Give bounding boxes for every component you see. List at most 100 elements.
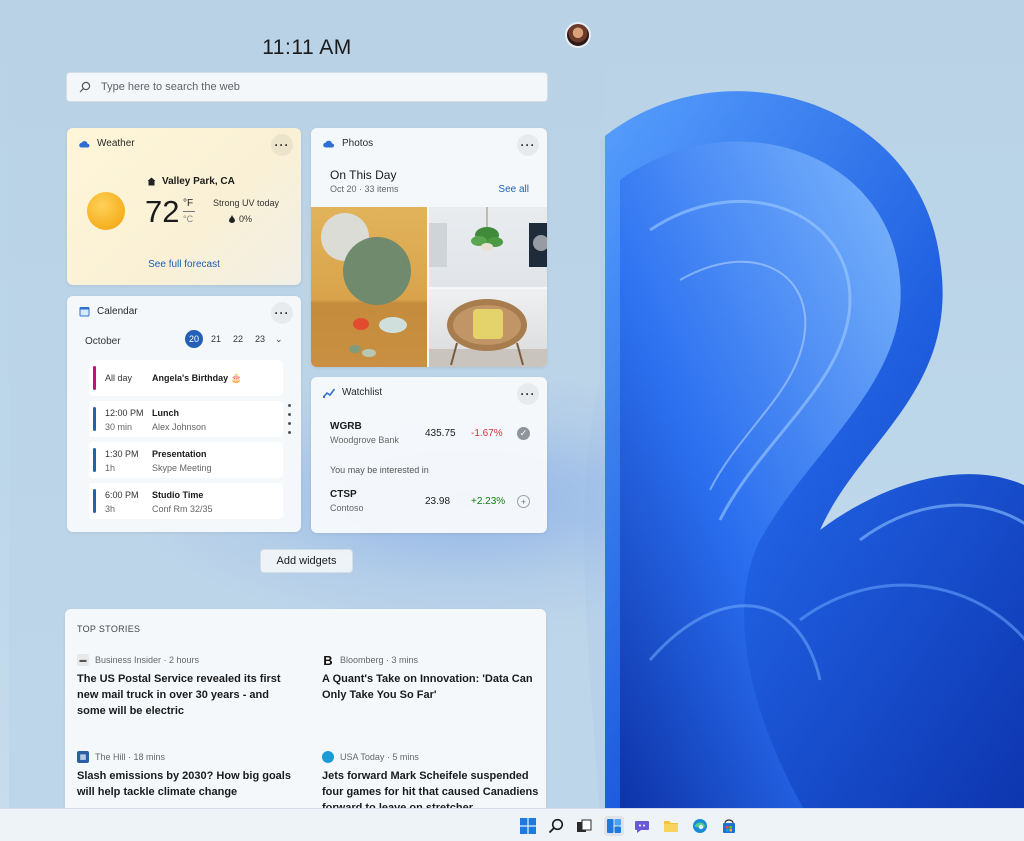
story-source-text: The Hill · 18 mins [95,752,166,762]
calendar-day-21[interactable]: 21 [207,330,225,348]
story-headline[interactable]: A Quant's Take on Innovation: 'Data Can … [322,671,542,703]
profile-avatar[interactable] [565,22,591,48]
weather-condition: Strong UV today [213,198,280,208]
unit-divider [183,211,195,212]
weather-location-text: Valley Park, CA [162,176,235,187]
home-icon [147,177,156,186]
unit-celsius[interactable]: °C [183,214,193,224]
calendar-event[interactable]: 12:00 PM 30 min Lunch Alex Johnson [89,401,283,437]
watchlist-widget[interactable]: Watchlist ··· WGRB Woodgrove Bank 435.75… [311,377,547,533]
stock-price: 435.75 [425,428,456,439]
weather-title: Weather [97,138,135,149]
calendar-title: Calendar [97,306,138,317]
watchlist-header: Watchlist [323,387,382,398]
clock: 11:11 AM [262,36,352,59]
photo-chair[interactable] [429,289,547,367]
sun-icon [87,192,125,230]
event-color-bar [93,407,96,431]
wicker-chair-image [429,299,547,367]
event-time: All day [105,373,133,383]
bloom-wallpaper [584,91,1024,808]
photos-widget[interactable]: Photos ··· On This Day Oct 20 · 33 items… [311,128,547,367]
event-color-bar [93,489,96,513]
photos-title: Photos [342,138,374,149]
stock-price: 23.98 [425,496,451,507]
stock-name: Woodgrove Bank [330,435,399,445]
bloomberg-logo-icon: B [323,652,333,668]
event-title: Lunch [152,408,179,418]
usa-today-logo-icon [322,751,334,763]
checkmark-icon[interactable]: ✓ [517,427,530,440]
taskbar [0,808,1024,841]
weather-widget[interactable]: Weather ··· Valley Park, CA 72 °F °C Str… [67,128,301,285]
the-hill-logo-icon: ▦ [77,751,89,763]
weather-header: Weather [79,138,135,149]
event-color-bar [93,448,96,472]
photos-heading: On This Day [330,168,397,182]
photos-more-button[interactable]: ··· [517,134,539,156]
stock-change: +2.23% [471,496,506,507]
story-headline[interactable]: The US Postal Service revealed its first… [77,671,297,719]
calendar-widget[interactable]: Calendar ··· October 20 21 22 23 ⌄ All d… [67,296,301,532]
chevron-down-icon[interactable]: ⌄ [275,334,283,345]
stock-symbol: WGRB [330,421,362,432]
search-placeholder[interactable]: Type here to search the web [101,81,240,93]
calendar-day-23[interactable]: 23 [251,330,269,348]
calendar-day-22[interactable]: 22 [229,330,247,348]
photo-still-life[interactable] [311,207,427,367]
story-source: ▬ Business Insider · 2 hours [77,653,297,667]
web-search-box[interactable]: Type here to search the web [66,72,548,102]
task-view-icon[interactable] [574,816,594,836]
news-story[interactable]: B Bloomberg · 3 mins A Quant's Take on I… [322,653,542,703]
start-icon[interactable] [518,816,538,836]
add-icon[interactable]: + [517,495,530,508]
widgets-panel: 11:11 AM Type here to search the web Wea… [9,10,605,808]
calendar-event[interactable]: 6:00 PM 3h Studio Time Conf Rm 32/35 [89,483,283,519]
photos-subtitle: Oct 20 · 33 items [330,184,399,194]
event-time: 1:30 PM [105,449,139,459]
story-headline[interactable]: Slash emissions by 2030? How big goals w… [77,768,297,800]
photo-plant[interactable] [429,207,547,287]
photos-header: Photos [323,138,373,149]
weather-location: Valley Park, CA [147,176,235,187]
story-source-text: USA Today · 5 mins [340,752,419,762]
calendar-month: October [85,336,121,347]
store-icon[interactable] [719,816,739,836]
see-full-forecast-link[interactable]: See full forecast [67,259,301,270]
calendar-scroll-indicator[interactable] [288,404,292,434]
cloud-icon [79,141,90,148]
event-title: Studio Time [152,490,204,500]
search-icon [79,81,91,93]
watchlist-more-button[interactable]: ··· [517,383,539,405]
event-detail: Conf Rm 32/35 [152,504,213,514]
stock-name: Contoso [330,503,364,513]
story-source: ▦ The Hill · 18 mins [77,750,297,764]
file-explorer-icon[interactable] [661,816,681,836]
still-life-image [321,213,411,357]
weather-more-button[interactable]: ··· [271,134,293,156]
event-duration: 30 min [105,422,133,432]
calendar-icon [79,307,90,317]
calendar-event[interactable]: 1:30 PM 1h Presentation Skype Meeting [89,442,283,478]
event-duration: 3h [105,504,116,514]
search-icon[interactable] [546,816,566,836]
news-story[interactable]: ▬ Business Insider · 2 hours The US Post… [77,653,297,719]
desktop-wallpaper: 11:11 AM Type here to search the web Wea… [0,0,1024,808]
see-all-link[interactable]: See all [498,184,529,195]
news-story[interactable]: USA Today · 5 mins Jets forward Mark Sch… [322,750,542,808]
calendar-event[interactable]: All day Angela's Birthday 🎂 [89,360,283,396]
add-widgets-button[interactable]: Add widgets [260,549,353,573]
temperature: 72 [145,194,180,229]
edge-icon[interactable] [690,816,710,836]
watchlist-title: Watchlist [342,387,383,398]
chat-icon[interactable] [632,816,652,836]
calendar-day-20[interactable]: 20 [185,330,203,348]
business-insider-logo-icon: ▬ [77,654,89,666]
event-time: 12:00 PM [105,408,144,418]
widgets-icon[interactable] [604,816,624,836]
calendar-more-button[interactable]: ··· [271,302,293,324]
unit-fahrenheit[interactable]: °F [183,198,193,209]
news-story[interactable]: ▦ The Hill · 18 mins Slash emissions by … [77,750,297,800]
story-headline[interactable]: Jets forward Mark Scheifele suspended fo… [322,768,542,808]
top-stories-widget: TOP STORIES ▬ Business Insider · 2 hours… [65,609,546,808]
